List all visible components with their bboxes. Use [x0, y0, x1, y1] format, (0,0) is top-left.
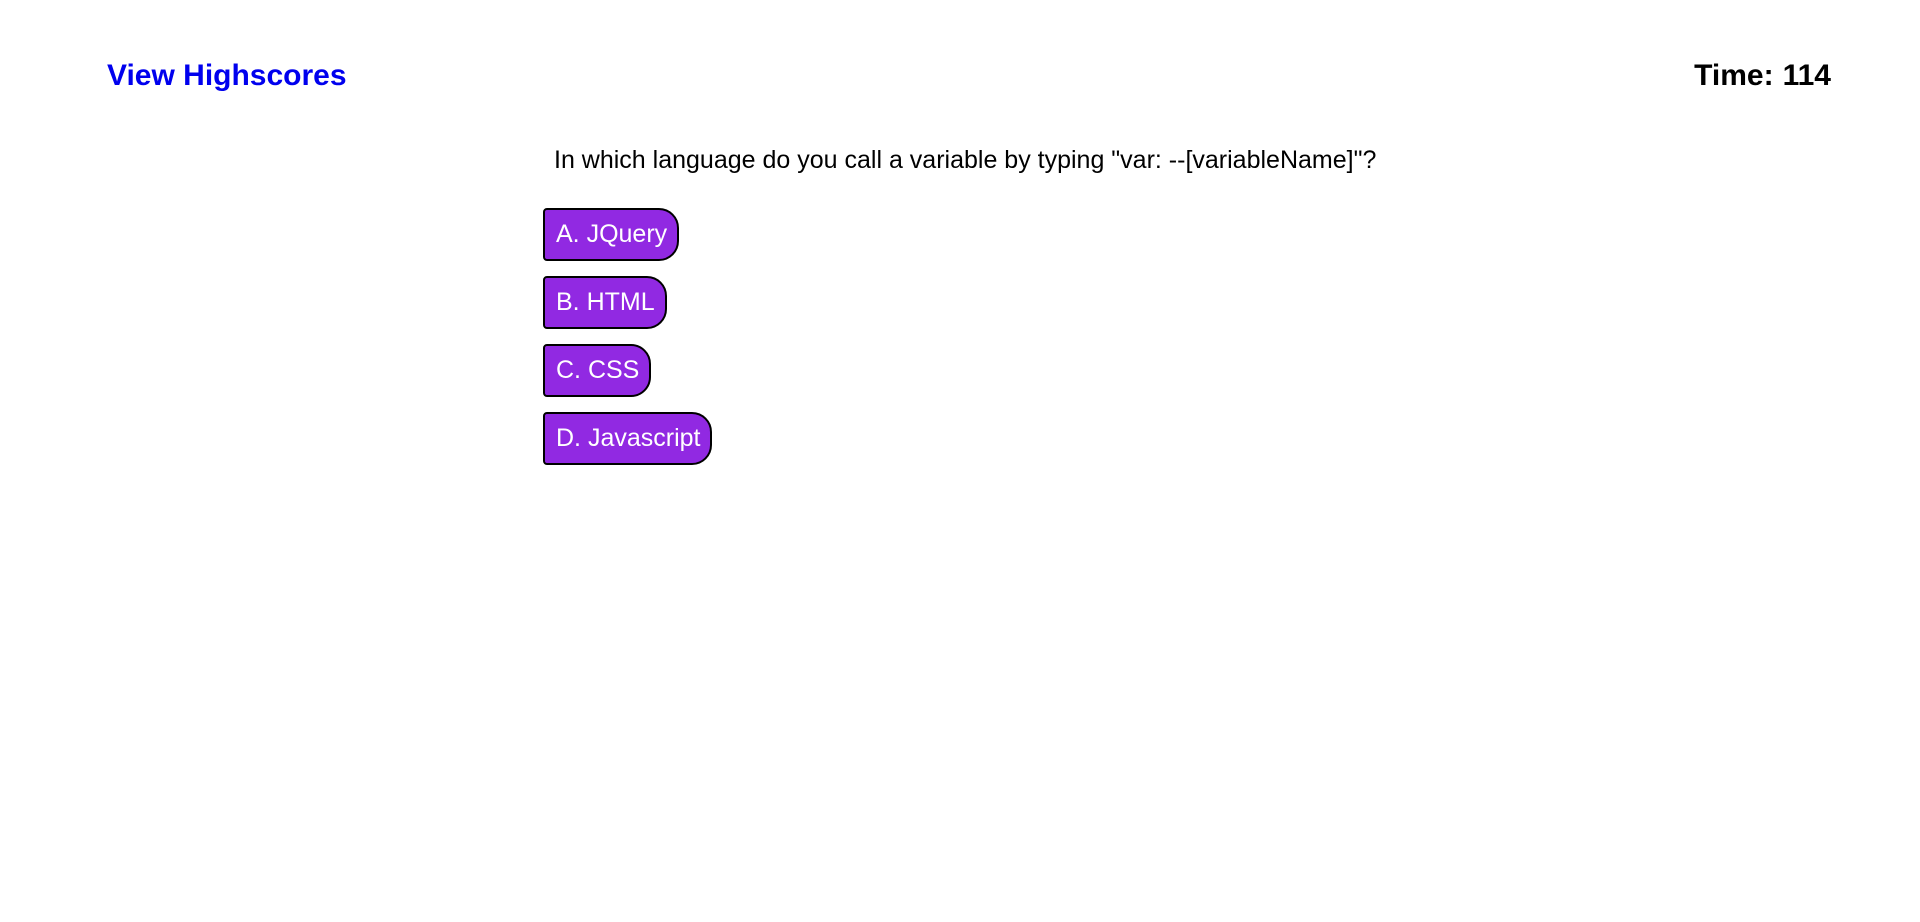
answer-button-b[interactable]: B. HTML: [543, 276, 667, 329]
answer-list: A. JQuery B. HTML C. CSS D. Javascript: [543, 208, 1376, 480]
view-highscores-link[interactable]: View Highscores: [107, 56, 347, 96]
quiz-container: In which language do you call a variable…: [543, 142, 1376, 480]
timer-value: 114: [1782, 59, 1831, 92]
answer-button-a[interactable]: A. JQuery: [543, 208, 680, 261]
question-text: In which language do you call a variable…: [554, 146, 1377, 174]
quiz-page: View Highscores Time: 114 In which langua…: [0, 0, 1920, 922]
answer-button-c[interactable]: C. CSS: [543, 344, 652, 397]
answer-button-d[interactable]: D. Javascript: [543, 412, 713, 465]
timer-label: Time:: [1694, 59, 1774, 92]
timer: Time: 114: [1694, 56, 1831, 96]
